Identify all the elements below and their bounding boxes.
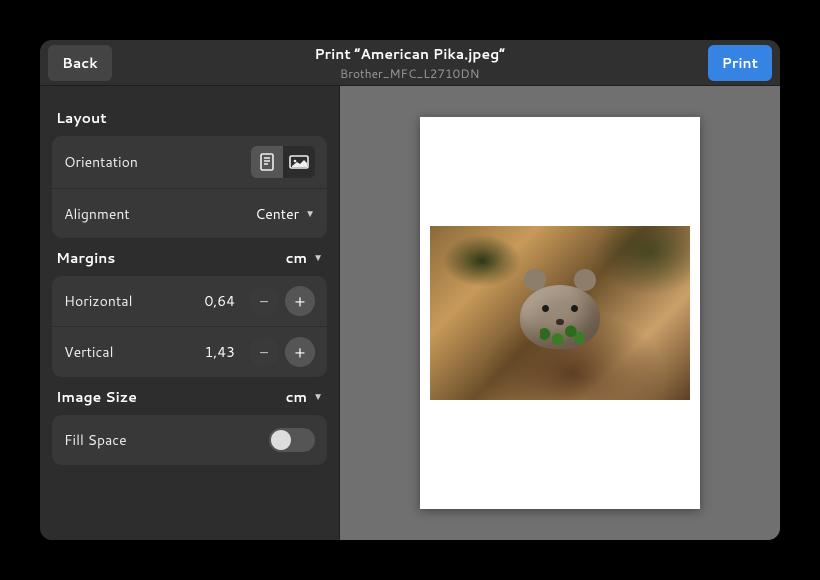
orientation-toggle[interactable] (251, 146, 315, 178)
page-preview (420, 117, 700, 509)
margins-unit-value: cm (286, 248, 308, 268)
image-preview (430, 226, 690, 400)
image-size-title-text: Image Size (56, 387, 137, 407)
orientation-label: Orientation (64, 152, 138, 172)
image-size-group: Fill Space (52, 415, 327, 465)
headerbar: Back Print “American Pika.jpeg” Brother_… (40, 40, 780, 86)
horizontal-margin-plus[interactable]: + (285, 286, 315, 316)
settings-sidebar: Layout Orientation Alignment (40, 86, 340, 540)
horizontal-margin-label: Horizontal (64, 291, 132, 311)
alignment-value: Center (255, 204, 299, 224)
image-size-unit-value: cm (286, 387, 308, 407)
fill-space-row: Fill Space (52, 415, 327, 465)
dialog-title: Print “American Pika.jpeg” (112, 44, 708, 64)
alignment-label: Alignment (64, 204, 130, 224)
dialog-body: Layout Orientation Alignment (40, 86, 780, 540)
print-button[interactable]: Print (708, 45, 772, 81)
vertical-margin-value: 1,43 (199, 342, 235, 362)
image-size-unit-picker[interactable]: cm ▼ (286, 387, 323, 407)
horizontal-margin-minus[interactable]: − (249, 286, 279, 316)
chevron-down-icon: ▼ (305, 207, 315, 221)
margins-group: Horizontal 0,64 − + Vertical 1,43 (52, 276, 327, 377)
orientation-row: Orientation (52, 136, 327, 188)
printer-name: Brother_MFC_L2710DN (112, 65, 708, 82)
alignment-row[interactable]: Alignment Center ▼ (52, 188, 327, 238)
switch-knob (271, 430, 291, 450)
horizontal-margin-value: 0,64 (199, 291, 235, 311)
margins-unit-picker[interactable]: cm ▼ (286, 248, 323, 268)
vertical-margin-plus[interactable]: + (285, 337, 315, 367)
layout-title-text: Layout (56, 108, 107, 128)
fill-space-switch[interactable] (269, 428, 315, 452)
vertical-margin-row: Vertical 1,43 − + (52, 326, 327, 377)
pika-illustration (510, 265, 610, 355)
vertical-margin-label: Vertical (64, 342, 113, 362)
header-center: Print “American Pika.jpeg” Brother_MFC_L… (112, 44, 708, 82)
chevron-down-icon: ▼ (313, 390, 323, 404)
margins-section-title: Margins cm ▼ (52, 238, 327, 276)
landscape-icon[interactable] (283, 146, 315, 178)
preview-area (340, 86, 780, 540)
layout-section-title: Layout (52, 98, 327, 136)
back-button[interactable]: Back (48, 45, 112, 81)
fill-space-label: Fill Space (64, 430, 127, 450)
print-dialog: Back Print “American Pika.jpeg” Brother_… (40, 40, 780, 540)
margins-title-text: Margins (56, 248, 115, 268)
chevron-down-icon: ▼ (313, 251, 323, 265)
layout-group: Orientation Alignment Center ▼ (52, 136, 327, 238)
portrait-icon[interactable] (251, 146, 283, 178)
horizontal-margin-row: Horizontal 0,64 − + (52, 276, 327, 326)
vertical-margin-minus[interactable]: − (249, 337, 279, 367)
image-size-section-title: Image Size cm ▼ (52, 377, 327, 415)
